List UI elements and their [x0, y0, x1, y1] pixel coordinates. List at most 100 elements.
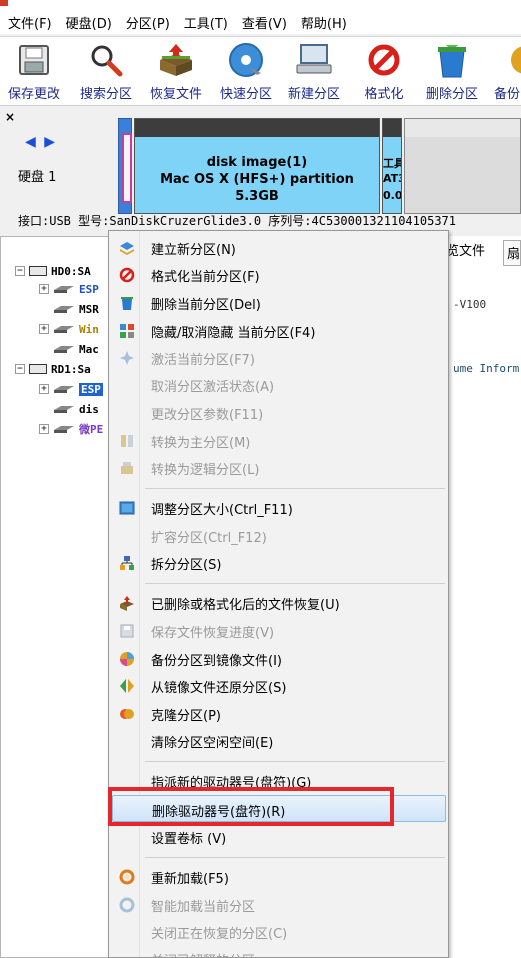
expand-icon[interactable]: + [39, 424, 49, 434]
partition-block-unallocated[interactable] [404, 118, 521, 214]
computer-icon [294, 41, 334, 79]
collapse-icon[interactable]: − [15, 364, 25, 374]
format-icon [364, 41, 404, 79]
disk-label: 硬盘 1 [18, 170, 57, 185]
tree-item-esp[interactable]: + ESP [39, 279, 99, 299]
convert-logical-icon [119, 460, 135, 476]
resize-icon [119, 500, 135, 516]
tab-sector-editor[interactable]: 扇 [503, 240, 521, 266]
no-entry-icon [119, 267, 135, 283]
disk-nav-arrows[interactable]: ◀ ▶ [25, 134, 57, 150]
tree-item-hd0[interactable]: − HD0:SA [15, 261, 91, 281]
disk-info: 接口:USB 型号:SanDiskCruzerGlide3.0 序列号:4C53… [18, 214, 457, 228]
menu-item-recover-files[interactable]: 已删除或格式化后的文件恢复(U) [109, 589, 448, 616]
quick-partition-button[interactable]: 快速分区 [220, 41, 272, 103]
save-progress-icon [119, 623, 135, 639]
partition-block-small[interactable]: 工具 AT3 0.0 [382, 118, 402, 214]
collapse-icon[interactable]: − [15, 266, 25, 276]
menu-item-close-interpreted-partition[interactable]: 关闭已解释的分区 [109, 945, 448, 958]
menu-item-expand-partition[interactable]: 扩容分区(Ctrl_F12) [109, 522, 448, 549]
menu-view[interactable]: 查看(V) [242, 13, 287, 32]
restore-icon [119, 678, 135, 694]
menu-item-save-recovery-progress[interactable]: 保存文件恢复进度(V) [109, 617, 448, 644]
expand-icon[interactable]: + [39, 284, 49, 294]
context-menu: 建立新分区(N) 格式化当前分区(F) 删除当前分区(Del) 隐藏/取消隐藏 … [108, 230, 449, 958]
partition-name: disk image(1) [206, 155, 308, 170]
expand-icon[interactable]: + [39, 384, 49, 394]
disk-panel: × ◀ ▶ 硬盘 1 disk image(1) Mac OS X (HFS+)… [0, 108, 521, 234]
menu-item-set-volume-label[interactable]: 设置卷标 (V) [109, 823, 448, 850]
tree-item-esp-selected[interactable]: + ESP [39, 379, 103, 399]
delete-partition-button[interactable]: 删除分区 [426, 41, 478, 103]
tree-item-rd1[interactable]: − RD1:Sa [15, 359, 91, 379]
partition-icon [54, 346, 74, 353]
clone-icon [119, 706, 135, 722]
menu-item-delete-partition[interactable]: 删除当前分区(Del) [109, 289, 448, 316]
menu-separator [145, 583, 445, 584]
menubar: 文件(F) 硬盘(D) 分区(P) 工具(T) 查看(V) 帮助(H) [0, 10, 521, 34]
layers-icon [119, 240, 135, 256]
harddisk-icon [29, 266, 47, 276]
partition-icon [54, 326, 74, 333]
close-icon[interactable]: × [5, 110, 15, 124]
menu-item-activate-partition[interactable]: 激活当前分区(F7) [109, 344, 448, 371]
reload-icon [119, 869, 135, 885]
menu-disk[interactable]: 硬盘(D) [66, 13, 112, 32]
menu-item-reload[interactable]: 重新加载(F5) [109, 863, 448, 890]
search-partition-button[interactable]: 搜索分区 [80, 41, 132, 103]
recover-box-icon [156, 41, 196, 79]
detail-value: -V100 [453, 298, 487, 311]
hide-icon [119, 323, 135, 339]
detail-value: ume Inform [453, 362, 520, 375]
expand-icon[interactable]: + [39, 324, 49, 334]
partition-icon [54, 306, 74, 313]
partition-block-main[interactable]: disk image(1) Mac OS X (HFS+) partition … [134, 118, 380, 214]
menu-item-close-recovering-partition[interactable]: 关闭正在恢复的分区(C) [109, 918, 448, 945]
menu-item-split-partition[interactable]: 拆分分区(S) [109, 549, 448, 576]
disk-icon [226, 41, 266, 79]
partition-block-esp[interactable] [118, 118, 132, 214]
magnifier-icon [86, 41, 126, 79]
menu-tools[interactable]: 工具(T) [184, 13, 228, 32]
backup-button[interactable]: 备份 [494, 41, 521, 103]
activate-icon [119, 350, 135, 366]
menu-item-restore-from-image[interactable]: 从镜像文件还原分区(S) [109, 672, 448, 699]
tree-item-mac[interactable]: Mac [53, 339, 99, 359]
new-partition-button[interactable]: 新建分区 [288, 41, 340, 103]
partition-icon [54, 406, 74, 413]
menu-item-backup-to-image[interactable]: 备份分区到镜像文件(I) [109, 645, 448, 672]
save-changes-button[interactable]: 保存更改 [8, 41, 60, 103]
title-strip [0, 0, 521, 10]
tree-item-wepe[interactable]: + 微PE [39, 419, 103, 439]
menu-file[interactable]: 文件(F) [8, 13, 52, 32]
menu-item-deactivate-partition[interactable]: 取消分区激活状态(A) [109, 371, 448, 398]
disk-tree: − HD0:SA + ESP MSR + Win Mac − RD1:Sa + … [0, 236, 116, 958]
menu-item-smart-load[interactable]: 智能加载当前分区 [109, 891, 448, 918]
partition-fs: Mac OS X (HFS+) partition [160, 172, 354, 187]
menu-partition[interactable]: 分区(P) [126, 13, 170, 32]
backup-icon [119, 651, 135, 667]
details-pane [446, 236, 521, 958]
menu-item-convert-primary[interactable]: 转换为主分区(M) [109, 427, 448, 454]
menu-item-change-parameters[interactable]: 更改分区参数(F11) [109, 399, 448, 426]
menu-item-hide-partition[interactable]: 隐藏/取消隐藏 当前分区(F4) [109, 317, 448, 344]
recover-files-button[interactable]: 恢复文件 [150, 41, 202, 103]
tree-item-msr[interactable]: MSR [53, 299, 99, 319]
tree-item-win[interactable]: + Win [39, 319, 99, 339]
format-button[interactable]: 格式化 [364, 41, 404, 103]
menu-help[interactable]: 帮助(H) [301, 13, 347, 32]
annotation-highlight-box [108, 787, 394, 826]
menu-item-resize-partition[interactable]: 调整分区大小(Ctrl_F11) [109, 494, 448, 521]
save-icon [14, 41, 54, 79]
menu-item-convert-logical[interactable]: 转换为逻辑分区(L) [109, 454, 448, 481]
tree-item-disk-image[interactable]: dis [53, 399, 99, 419]
menu-separator [145, 857, 445, 858]
smart-load-icon [119, 897, 135, 913]
menu-item-clone-partition[interactable]: 克隆分区(P) [109, 700, 448, 727]
menu-item-format-partition[interactable]: 格式化当前分区(F) [109, 261, 448, 288]
split-icon [119, 555, 135, 571]
menu-item-create-partition[interactable]: 建立新分区(N) [109, 234, 448, 261]
partition-size: 5.3GB [235, 189, 279, 204]
menu-item-wipe-free-space[interactable]: 清除分区空闲空间(E) [109, 727, 448, 754]
tab-browse-files[interactable]: 览文件 [446, 240, 485, 259]
